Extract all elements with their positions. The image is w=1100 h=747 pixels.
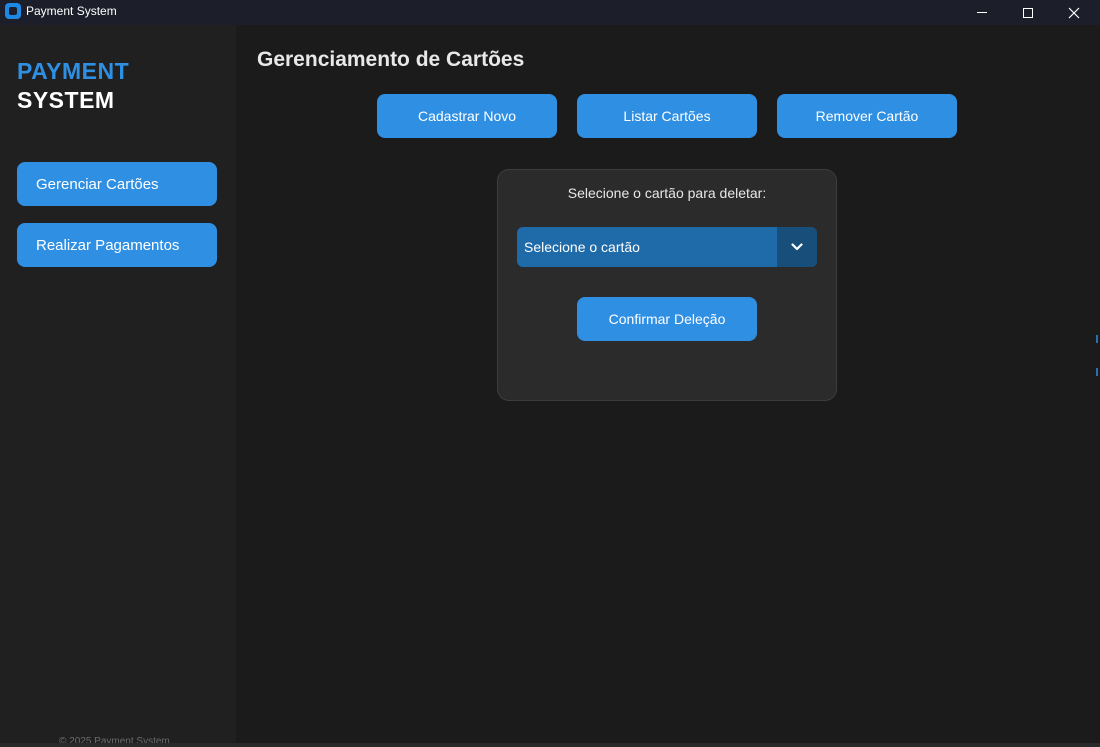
edge-artifact	[1096, 335, 1098, 343]
manage-cards-button[interactable]: Gerenciar Cartões	[17, 162, 217, 206]
delete-card-panel: Selecione o cartão para deletar: Selecio…	[497, 169, 837, 401]
list-cards-button[interactable]: Listar Cartões	[577, 94, 757, 138]
remove-card-button[interactable]: Remover Cartão	[777, 94, 957, 138]
card-select-value: Selecione o cartão	[524, 239, 640, 255]
chevron-down-icon	[791, 243, 803, 251]
close-button[interactable]	[1051, 0, 1097, 25]
page-title: Gerenciamento de Cartões	[257, 48, 525, 71]
dropdown-button[interactable]	[777, 227, 817, 267]
register-new-button[interactable]: Cadastrar Novo	[377, 94, 557, 138]
card-select[interactable]: Selecione o cartão	[517, 227, 817, 267]
sidebar: PAYMENT SYSTEM Gerenciar Cartões Realiza…	[0, 25, 236, 747]
main-content: Gerenciamento de Cartões Cadastrar Novo …	[236, 25, 1100, 743]
logo-system: SYSTEM	[17, 87, 115, 113]
window-bottom-edge	[0, 743, 1100, 747]
minimize-button[interactable]	[959, 0, 1005, 25]
app-icon	[5, 3, 21, 19]
logo-payment: PAYMENT	[17, 58, 130, 84]
make-payments-button[interactable]: Realizar Pagamentos	[17, 223, 217, 267]
title-bar: Payment System	[0, 0, 1100, 25]
maximize-icon	[1023, 7, 1033, 18]
close-icon	[1068, 7, 1080, 18]
window-title: Payment System	[26, 4, 117, 18]
edge-artifact	[1096, 368, 1098, 376]
maximize-button[interactable]	[1005, 0, 1051, 25]
confirm-delete-button[interactable]: Confirmar Deleção	[577, 297, 757, 341]
minimize-icon	[977, 12, 987, 13]
delete-prompt-label: Selecione o cartão para deletar:	[567, 185, 767, 201]
